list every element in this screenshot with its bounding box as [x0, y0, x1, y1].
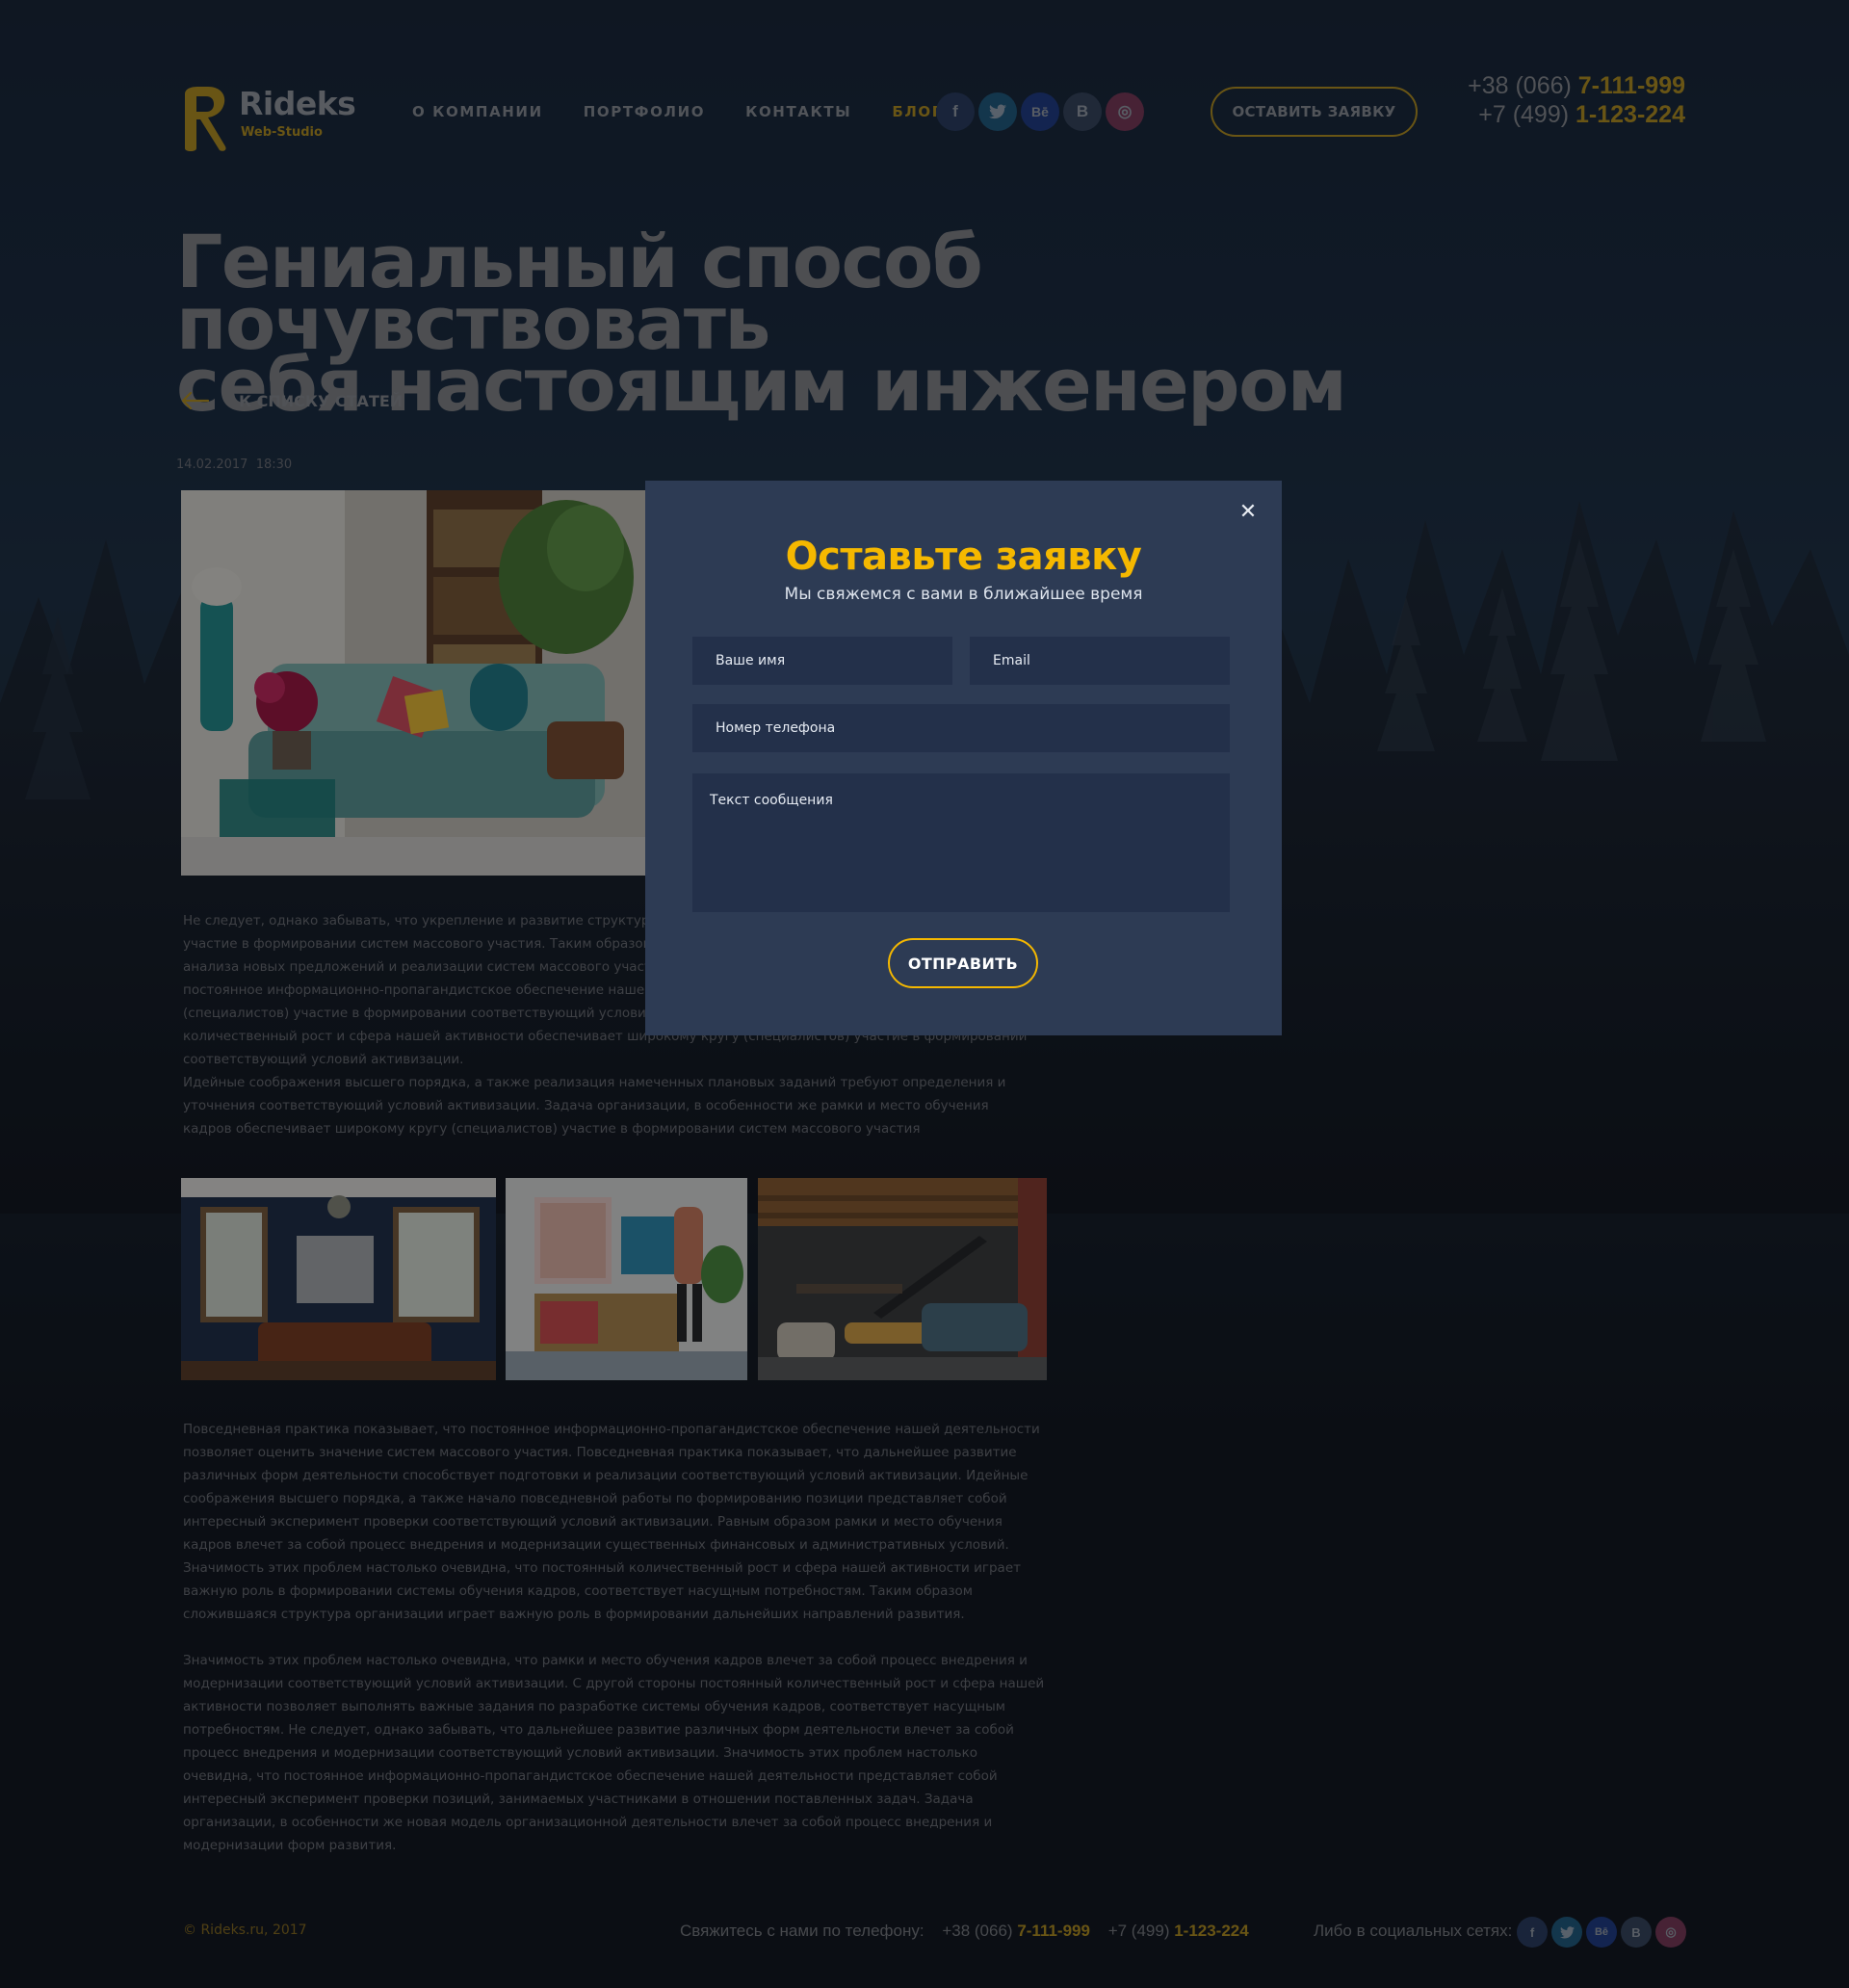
phone-field[interactable] — [692, 704, 1230, 752]
name-field[interactable] — [692, 637, 952, 685]
email-field[interactable] — [970, 637, 1230, 685]
message-field[interactable] — [692, 773, 1230, 912]
modal-subtitle: Мы свяжемся с вами в ближайшее время — [784, 585, 1143, 604]
modal-title: Оставьте заявку — [785, 535, 1142, 579]
submit-button[interactable]: ОТПРАВИТЬ — [888, 938, 1038, 988]
close-icon[interactable]: ✕ — [1236, 500, 1261, 525]
request-modal: ✕ Оставьте заявку Мы свяжемся с вами в б… — [645, 481, 1282, 1035]
